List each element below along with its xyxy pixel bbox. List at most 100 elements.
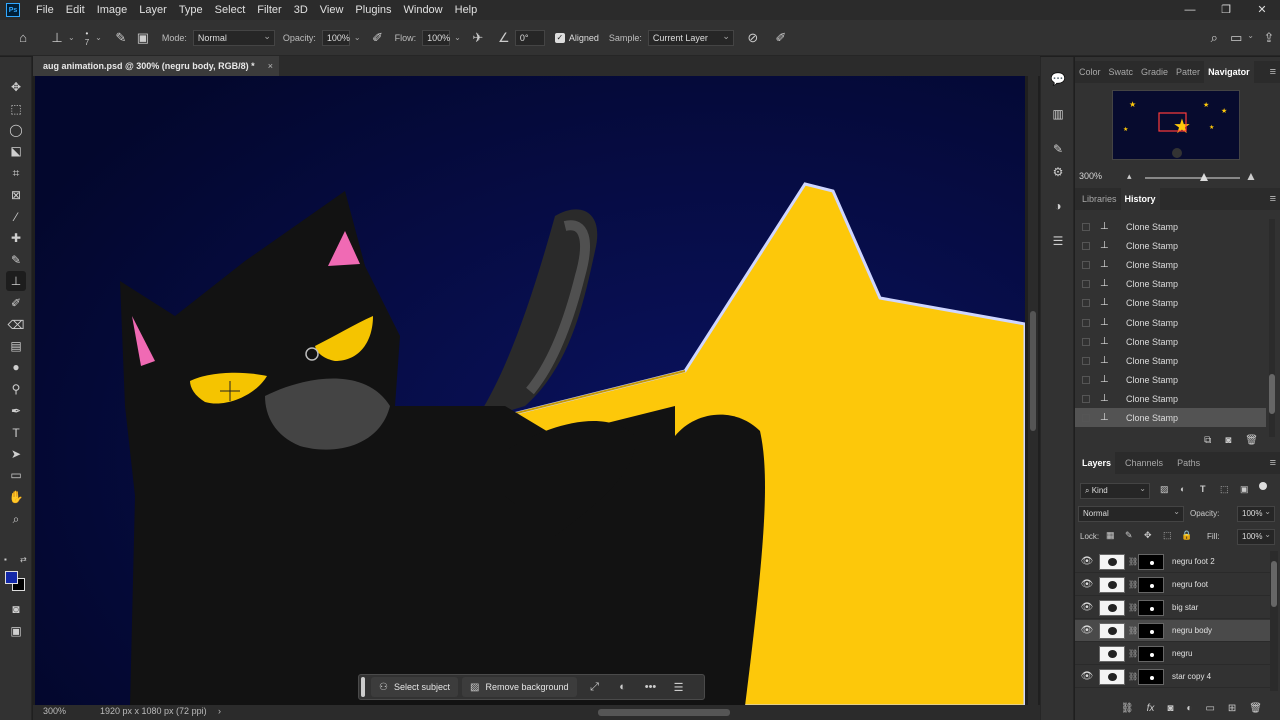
menu-plugins[interactable]: Plugins — [349, 0, 397, 20]
status-menu-arrow[interactable]: › — [218, 706, 221, 716]
menu-view[interactable]: View — [314, 0, 350, 20]
object-selection-tool-icon[interactable]: ⬕ — [6, 141, 26, 161]
restore-icon[interactable]: ❐ — [1208, 0, 1244, 20]
layer-row[interactable]: ⛓ negru — [1075, 643, 1270, 665]
visibility-eye-icon[interactable]: 👁 — [1075, 556, 1099, 567]
filter-toggle-icon[interactable] — [1259, 482, 1267, 490]
tab-patterns[interactable]: Patter — [1172, 61, 1204, 83]
history-item-selected[interactable]: ⊥ Clone Stamp — [1075, 408, 1266, 427]
document-tab[interactable]: aug animation.psd @ 300% (negru body, RG… — [33, 56, 279, 76]
brush-tool-icon[interactable]: ✎ — [6, 250, 26, 270]
airbrush-icon[interactable]: ✈ — [467, 27, 489, 49]
vertical-scrollbar[interactable] — [1028, 76, 1038, 706]
histogram-icon[interactable]: ▥ — [1048, 104, 1068, 124]
home-icon[interactable]: ⌂ — [12, 27, 34, 49]
layer-opacity-input[interactable]: 100% — [1237, 505, 1275, 522]
history-item[interactable]: ⊥ Clone Stamp — [1075, 293, 1266, 312]
eyedropper-tool-icon[interactable]: ⁄ — [6, 207, 26, 227]
lasso-tool-icon[interactable]: ◯ — [6, 120, 26, 140]
navigator-preview[interactable]: ★ ★ ★ ★ ★ ★ — [1112, 90, 1240, 160]
layer-row[interactable]: 👁 ⛓ star copy 4 — [1075, 666, 1270, 688]
adjustments-icon[interactable]: ◑ — [1048, 196, 1068, 216]
filter-smart-object-icon[interactable]: ▣ — [1240, 484, 1249, 495]
tab-history[interactable]: History — [1120, 188, 1160, 210]
screen-mode-icon[interactable]: ▣ — [6, 621, 26, 641]
close-icon[interactable]: ✕ — [1244, 0, 1280, 20]
tab-color[interactable]: Color — [1075, 61, 1105, 83]
history-item[interactable]: ⊥ Clone Stamp — [1075, 351, 1266, 370]
gradient-tool-icon[interactable]: ▤ — [6, 336, 26, 356]
new-adjustment-icon[interactable]: ◐ — [1186, 703, 1192, 714]
lock-position-icon[interactable]: ✥ — [1144, 530, 1152, 541]
opacity-input[interactable]: 100% — [321, 29, 350, 46]
visibility-eye-icon[interactable]: 👁 — [1075, 579, 1099, 590]
tab-swatches[interactable]: Swatc — [1105, 61, 1138, 83]
properties-icon[interactable]: ⚙ — [1048, 162, 1068, 182]
layer-style-icon[interactable]: fx — [1147, 703, 1155, 714]
history-scrollbar[interactable] — [1269, 219, 1275, 437]
status-zoom[interactable]: 300% — [43, 706, 66, 716]
menu-3d[interactable]: 3D — [288, 0, 314, 20]
close-tab-icon[interactable]: × — [268, 56, 273, 76]
history-item[interactable]: ⊥ Clone Stamp — [1075, 236, 1266, 255]
menu-edit[interactable]: Edit — [60, 0, 91, 20]
swap-colors-icon[interactable]: ⇄ — [20, 555, 27, 564]
sample-select[interactable]: Current Layer — [647, 29, 734, 46]
tab-navigator[interactable]: Navigator — [1204, 61, 1254, 83]
healing-brush-tool-icon[interactable]: ✚ — [6, 228, 26, 248]
layer-row[interactable]: 👁 ⛓ big star — [1075, 597, 1270, 619]
chevron-down-icon[interactable]: ⌄ — [95, 33, 102, 42]
transform-icon[interactable]: ⤢ — [581, 677, 609, 697]
menu-layer[interactable]: Layer — [133, 0, 173, 20]
delete-state-icon[interactable]: 🗑 — [1245, 435, 1258, 446]
brushes-icon[interactable]: ✎ — [1048, 139, 1068, 159]
panel-menu-icon[interactable]: ≡ — [1270, 61, 1276, 83]
menu-file[interactable]: File — [30, 0, 60, 20]
mode-select[interactable]: Normal — [192, 29, 275, 46]
layer-filter-kind-select[interactable]: ⌕ Kind — [1080, 482, 1150, 499]
lock-image-icon[interactable]: ✎ — [1125, 530, 1133, 541]
blur-tool-icon[interactable]: ● — [6, 357, 26, 377]
more-options-icon[interactable]: ••• — [637, 677, 665, 697]
visibility-eye-icon[interactable]: 👁 — [1075, 671, 1099, 682]
chevron-down-icon[interactable]: ⌄ — [68, 33, 75, 42]
layer-row[interactable]: 👁 ⛓ negru foot 2 — [1075, 551, 1270, 573]
aligned-checkbox[interactable]: ✓ — [554, 32, 565, 43]
history-item[interactable]: ⊥ Clone Stamp — [1075, 217, 1266, 236]
lock-transparent-icon[interactable]: ▦ — [1106, 530, 1115, 541]
filter-type-icon[interactable]: T — [1200, 484, 1206, 494]
menu-window[interactable]: Window — [398, 0, 449, 20]
rectangle-tool-icon[interactable]: ▭ — [6, 465, 26, 485]
eraser-tool-icon[interactable]: ⌫ — [6, 315, 26, 335]
angle-input[interactable]: 0° — [514, 29, 545, 46]
select-subject-button[interactable]: ⚇ Select subject — [371, 677, 458, 697]
delete-layer-icon[interactable]: 🗑 — [1249, 703, 1262, 714]
filter-adjustment-icon[interactable]: ◐ — [1180, 484, 1185, 494]
zoom-tool-icon[interactable]: ⌕ — [6, 509, 26, 529]
add-mask-icon[interactable]: ◙ — [1167, 703, 1173, 714]
frame-tool-icon[interactable]: ⊠ — [6, 185, 26, 205]
chevron-down-icon[interactable]: ⌄ — [354, 33, 361, 42]
share-icon[interactable]: ⇪ — [1258, 27, 1280, 49]
type-tool-icon[interactable]: T — [6, 423, 26, 443]
quick-mask-icon[interactable]: ◙ — [6, 599, 26, 619]
link-layers-icon[interactable]: ⛓ — [1121, 703, 1134, 714]
tab-paths[interactable]: Paths — [1167, 452, 1204, 474]
navigator-zoom-slider[interactable] — [1145, 173, 1240, 181]
hand-tool-icon[interactable]: ✋ — [6, 487, 26, 507]
new-layer-icon[interactable]: ⊞ — [1228, 703, 1236, 714]
path-selection-tool-icon[interactable]: ➤ — [6, 444, 26, 464]
panel-menu-icon[interactable]: ≡ — [1270, 188, 1276, 210]
chevron-down-icon[interactable]: ⌄ — [1247, 31, 1254, 49]
clone-stamp-tool-icon[interactable]: ⊥ — [6, 271, 26, 291]
crop-tool-icon[interactable]: ⌗ — [6, 163, 26, 183]
marquee-tool-icon[interactable]: ⬚ — [6, 99, 26, 119]
fill-input[interactable]: 100% — [1237, 528, 1275, 545]
pressure-size-icon[interactable]: ✐ — [770, 27, 792, 49]
snapshot-icon[interactable]: ◙ — [1225, 435, 1231, 446]
clone-stamp-preset-icon[interactable]: ⊥ — [46, 27, 68, 49]
menu-type[interactable]: Type — [173, 0, 209, 20]
layer-mask-thumbnail[interactable] — [1138, 553, 1164, 570]
adjustment-icon[interactable]: ◐ — [609, 677, 637, 697]
move-tool-icon[interactable]: ✥ — [6, 77, 26, 97]
